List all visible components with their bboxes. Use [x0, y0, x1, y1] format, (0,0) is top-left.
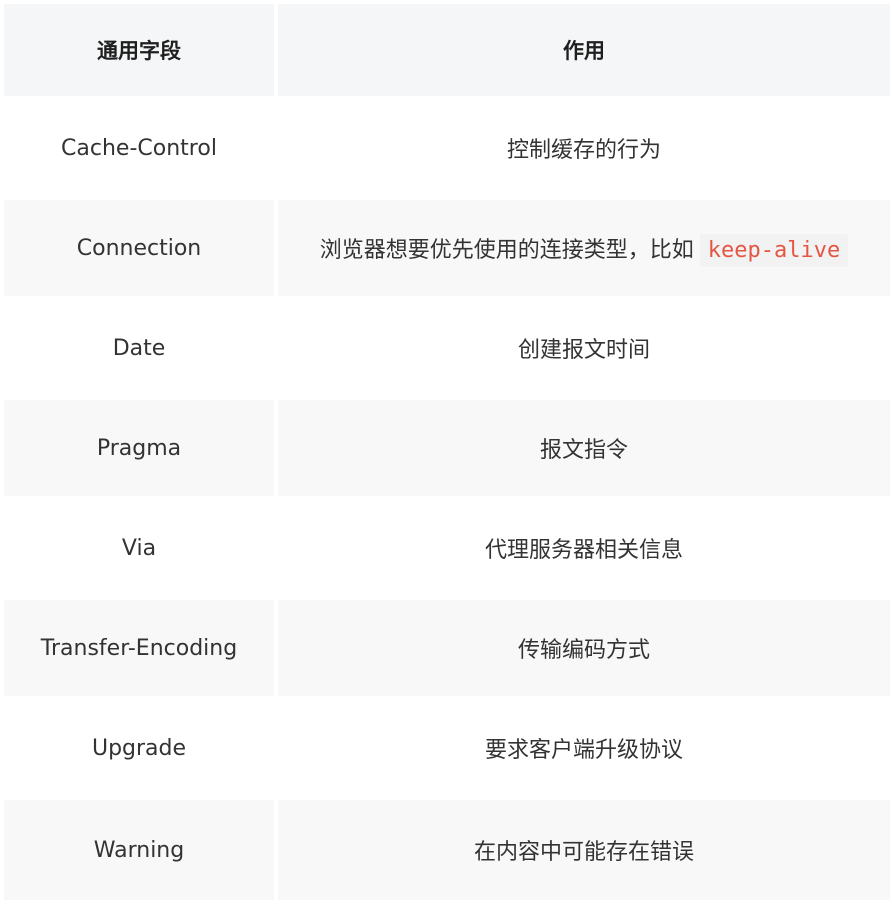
inline-code-keep-alive: keep-alive	[699, 234, 849, 267]
table-row: Upgrade 要求客户端升级协议	[4, 700, 890, 800]
field-name-cell: Via	[4, 500, 278, 600]
field-name-cell: Upgrade	[4, 700, 278, 800]
table-row: Transfer-Encoding 传输编码方式	[4, 600, 890, 700]
general-header-fields-table: 通用字段 作用 Cache-Control 控制缓存的行为 Connection…	[4, 4, 890, 900]
column-header-field: 通用字段	[4, 4, 278, 100]
field-description-text: 控制缓存的行为	[506, 138, 661, 163]
table-row: Date 创建报文时间	[4, 300, 890, 400]
field-description-text: 浏览器想要优先使用的连接类型，比如	[319, 238, 694, 263]
field-description-cell: 代理服务器相关信息	[278, 500, 890, 600]
field-description-cell: 报文指令	[278, 400, 890, 500]
table-row: Pragma 报文指令	[4, 400, 890, 500]
field-name-cell: Connection	[4, 200, 278, 300]
table-header-row: 通用字段 作用	[4, 4, 890, 100]
field-description-cell: 创建报文时间	[278, 300, 890, 400]
general-header-fields-table-container: 通用字段 作用 Cache-Control 控制缓存的行为 Connection…	[4, 4, 890, 900]
table-row: Cache-Control 控制缓存的行为	[4, 100, 890, 200]
table-row: Warning 在内容中可能存在错误	[4, 800, 890, 900]
field-description-cell: 传输编码方式	[278, 600, 890, 700]
table-row: Via 代理服务器相关信息	[4, 500, 890, 600]
column-header-purpose: 作用	[278, 4, 890, 100]
field-description-cell: 浏览器想要优先使用的连接类型，比如 keep-alive	[278, 200, 890, 300]
field-description-text: 要求客户端升级协议	[484, 738, 683, 763]
field-name-cell: Cache-Control	[4, 100, 278, 200]
table-body: Cache-Control 控制缓存的行为 Connection 浏览器想要优先…	[4, 100, 890, 900]
field-name-cell: Date	[4, 300, 278, 400]
field-description-text: 在内容中可能存在错误	[473, 840, 694, 865]
field-description-cell: 控制缓存的行为	[278, 100, 890, 200]
field-description-text: 传输编码方式	[517, 638, 650, 663]
field-description-cell: 在内容中可能存在错误	[278, 800, 890, 900]
field-description-text: 报文指令	[539, 438, 628, 463]
field-name-cell: Pragma	[4, 400, 278, 500]
field-name-cell: Warning	[4, 800, 278, 900]
field-description-text: 创建报文时间	[517, 338, 650, 363]
table-row: Connection 浏览器想要优先使用的连接类型，比如 keep-alive	[4, 200, 890, 300]
table-header: 通用字段 作用	[4, 4, 890, 100]
field-name-cell: Transfer-Encoding	[4, 600, 278, 700]
field-description-cell: 要求客户端升级协议	[278, 700, 890, 800]
field-description-text: 代理服务器相关信息	[484, 538, 683, 563]
